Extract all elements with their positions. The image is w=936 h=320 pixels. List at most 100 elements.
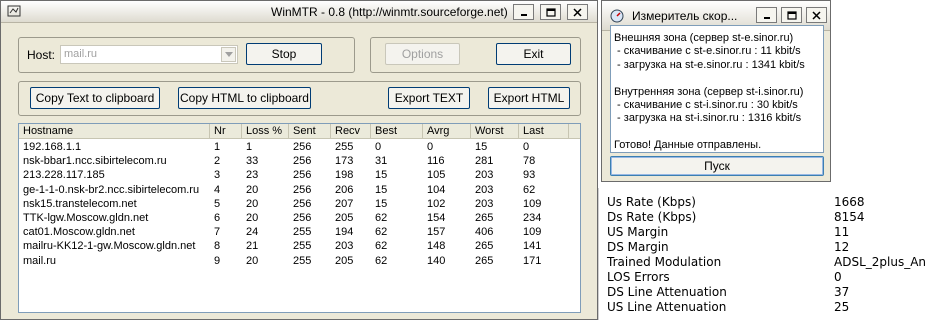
table-row[interactable]: nsk-bbar1.ncc.sibirtelecom.ru 2 33 256 173 31…	[19, 155, 580, 168]
cell-sent: 256	[293, 212, 312, 224]
speed-maximize-button[interactable]	[781, 7, 802, 23]
cell-sent: 255	[293, 226, 312, 239]
cell-worst: 265	[475, 240, 494, 253]
table-row[interactable]: nsk15.transtelecom.net 5 20 256 207 15 102 203 1…	[19, 198, 580, 211]
cell-nr: 1	[214, 141, 221, 153]
table-row[interactable]: TTK-lgw.Moscow.gldn.net 6 20 256 205 62 154 265…	[19, 212, 580, 225]
table-row[interactable]: cat01.Moscow.gldn.net 7 24 255 194 62 157 406 10…	[19, 226, 580, 239]
speed-result-line: Внешняя зона (сервер st-e.sinor.ru)	[614, 32, 794, 44]
winmtr-titlebar[interactable]: WinMTR - 0.8 (http://winmtr.sourceforge.…	[1, 1, 597, 23]
close-icon	[812, 10, 821, 20]
options-button[interactable]: Options	[385, 43, 460, 65]
stat-value: 11	[834, 225, 850, 239]
host-label: Host:	[27, 48, 56, 62]
host-dropdown-button[interactable]	[221, 47, 236, 62]
minimize-icon	[520, 14, 527, 16]
copy-text-button[interactable]: Copy Text to clipboard	[30, 87, 160, 109]
table-row[interactable]: mail.ru 9 20 255 205 62 140 265 171	[19, 255, 580, 268]
cell-recv: 205	[335, 254, 354, 267]
speed-close-button[interactable]	[806, 7, 827, 23]
chevron-down-icon	[224, 52, 233, 57]
column-header-last[interactable]: Last	[519, 124, 569, 139]
export-text-button[interactable]: Export TEXT	[388, 87, 470, 109]
column-header-nr[interactable]: Nr	[210, 124, 242, 139]
host-combobox[interactable]: mail.ru	[60, 45, 238, 64]
cell-sent: 255	[293, 240, 312, 253]
column-header-avrg[interactable]: Avrg	[423, 124, 471, 139]
speed-result-line: Внутренняя зона (сервер st-i.sinor.ru)	[614, 85, 804, 98]
speed-meter-icon	[610, 9, 624, 23]
maximize-button[interactable]	[540, 4, 561, 20]
cell-recv: 255	[335, 141, 354, 153]
cell-last: 93	[523, 169, 536, 182]
column-header-loss[interactable]: Loss %	[242, 124, 289, 139]
stat-value: 8154	[834, 210, 865, 224]
speed-minimize-button[interactable]	[756, 7, 777, 23]
cell-sent: 256	[293, 141, 312, 153]
column-header-best[interactable]: Best	[371, 124, 423, 139]
cell-worst: 265	[475, 212, 494, 224]
cell-last: 141	[523, 240, 542, 253]
table-row[interactable]: mailru-KK12-1-gw.Moscow.gldn.net 8 21 255 20…	[19, 240, 580, 253]
cell-worst: 406	[475, 226, 494, 239]
column-header-worst[interactable]: Worst	[471, 124, 519, 139]
cell-last: 234	[523, 212, 542, 224]
stat-row: US Margin 11	[599, 225, 936, 240]
speed-result-line: - загрузка на st-e.sinor.ru : 1341 kbit/…	[614, 58, 805, 71]
cell-sent: 255	[293, 254, 312, 267]
stat-label: Ds Rate (Kbps)	[607, 210, 697, 224]
column-header-hostname[interactable]: Hostname	[19, 124, 210, 139]
start-button[interactable]: Пуск	[610, 156, 824, 176]
table-row[interactable]: 192.168.1.1 1 1 256 255 0 0 15 0	[19, 141, 580, 154]
cell-nr: 9	[214, 254, 221, 267]
cell-last: 62	[523, 183, 536, 196]
stat-row: US Line Attenuation 25	[599, 300, 936, 315]
table-row[interactable]: 213.228.117.185 3 23 256 198 15 105 203 93	[19, 169, 580, 182]
stat-value: 12	[834, 240, 850, 254]
cell-avrg: 0	[427, 141, 434, 153]
stop-button[interactable]: Stop	[246, 43, 322, 65]
column-header-sent[interactable]: Sent	[289, 124, 331, 139]
cell-hostname: nsk-bbar1.ncc.sibirtelecom.ru	[23, 155, 167, 168]
stat-label: US Margin	[607, 225, 669, 239]
cell-hostname: 213.228.117.185	[23, 169, 105, 182]
cell-avrg: 140	[427, 254, 446, 267]
cell-recv: 207	[335, 197, 354, 210]
modem-stats-panel: Us Rate (Kbps) 1668 Ds Rate (Kbps) 8154 US M…	[598, 188, 936, 320]
cell-loss: 1	[246, 141, 253, 153]
close-icon	[573, 7, 582, 17]
table-row[interactable]: ge-1-1-0.nsk-br2.ncc.sibirtelecom.ru 4 20 2…	[19, 184, 580, 197]
close-button[interactable]	[567, 4, 588, 20]
speed-meter-title: Измеритель скор...	[632, 9, 738, 23]
minimize-button[interactable]	[513, 4, 534, 20]
cell-avrg: 105	[427, 169, 446, 182]
cell-hostname: mailru-KK12-1-gw.Moscow.gldn.net	[23, 240, 196, 253]
winmtr-window: WinMTR - 0.8 (http://winmtr.sourceforge.…	[0, 0, 598, 320]
copy-html-button[interactable]: Copy HTML to clipboard	[178, 87, 311, 109]
cell-sent: 256	[293, 183, 312, 196]
exit-button[interactable]: Exit	[496, 43, 571, 65]
stat-row: DS Margin 12	[599, 240, 936, 255]
cell-recv: 173	[335, 155, 354, 168]
cell-worst: 15	[475, 141, 488, 153]
cell-loss: 20	[246, 183, 259, 196]
cell-nr: 2	[214, 155, 221, 168]
cell-avrg: 104	[427, 183, 446, 196]
column-header-recv[interactable]: Recv	[331, 124, 371, 139]
trace-results-list[interactable]: Hostname Nr Loss % Sent Recv Best Avrg W…	[18, 123, 581, 313]
stat-value: 37	[834, 285, 850, 299]
cell-recv: 198	[335, 169, 354, 182]
speed-results-box: Внешняя зона (сервер st-e.sinor.ru) - ск…	[610, 25, 824, 153]
cell-nr: 4	[214, 183, 221, 196]
speed-result-line	[614, 126, 820, 139]
cell-avrg: 148	[427, 240, 446, 253]
cell-hostname: nsk15.transtelecom.net	[23, 197, 137, 210]
cell-loss: 24	[246, 226, 259, 239]
cell-hostname: TTK-lgw.Moscow.gldn.net	[23, 212, 149, 224]
cell-best: 15	[375, 169, 388, 182]
cell-best: 31	[375, 155, 388, 168]
cell-recv: 206	[335, 183, 354, 196]
export-html-button[interactable]: Export HTML	[488, 87, 570, 109]
speed-meter-window: Измеритель скор... Внешняя зона (сервер …	[601, 0, 831, 182]
stat-label: LOS Errors	[607, 270, 670, 284]
